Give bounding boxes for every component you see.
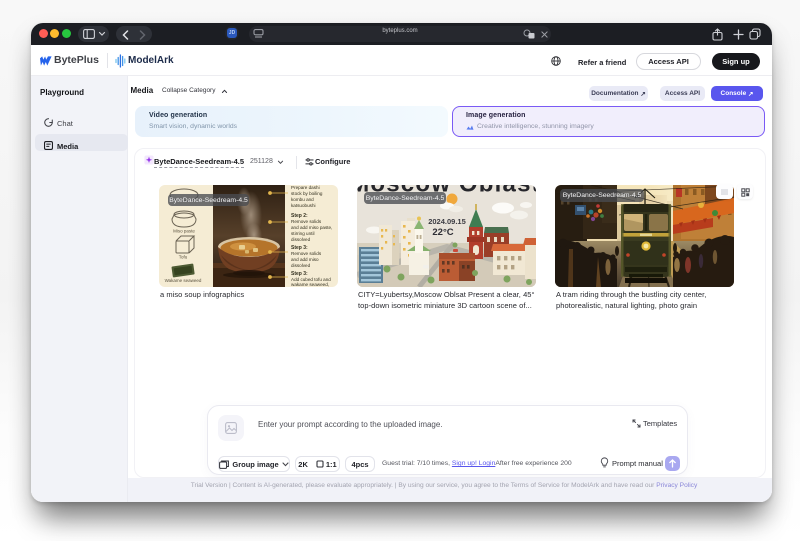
- svg-text:Remove solids: Remove solids: [291, 219, 322, 224]
- svg-text:Wakame seaweed: Wakame seaweed: [165, 278, 202, 283]
- svg-text:stock by boiling: stock by boiling: [291, 191, 323, 196]
- svg-text:dissolved: dissolved: [291, 263, 311, 268]
- svg-text:kombu and: kombu and: [291, 197, 314, 202]
- svg-text:Miso paste: Miso paste: [173, 229, 195, 234]
- svg-text:dissolved: dissolved: [291, 237, 311, 242]
- svg-text:and add miso: and add miso: [291, 257, 319, 262]
- svg-text:2024.09.15: 2024.09.15: [428, 217, 466, 226]
- svg-text:and add miso paste,: and add miso paste,: [291, 225, 332, 230]
- svg-text:Prepare dashi: Prepare dashi: [291, 185, 320, 190]
- svg-text:Tofu: Tofu: [179, 255, 188, 260]
- svg-text:stirring until: stirring until: [291, 231, 315, 236]
- svg-text:wakame seaweed,: wakame seaweed,: [291, 282, 329, 287]
- svg-text:Remove solids: Remove solids: [291, 251, 322, 256]
- svg-text:katsuobushi: katsuobushi: [291, 203, 316, 208]
- svg-text:22°C: 22°C: [432, 227, 453, 238]
